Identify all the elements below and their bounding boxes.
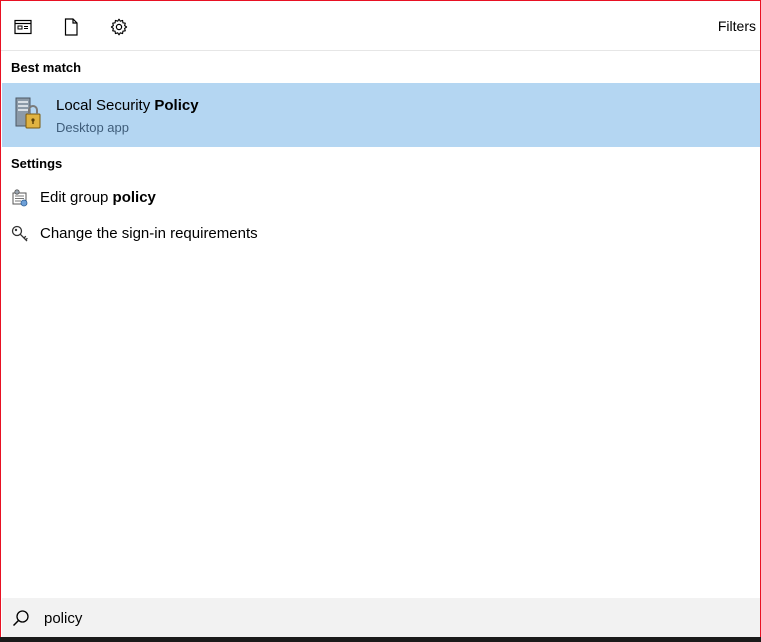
settings-icon[interactable] [109, 17, 129, 37]
documents-icon[interactable] [61, 17, 81, 37]
best-match-title: Local Security Policy [56, 97, 199, 114]
best-match-header: Best match [11, 60, 82, 75]
search-input[interactable] [42, 604, 746, 632]
search-icon [12, 609, 30, 627]
setting-label: Edit group policy [40, 189, 156, 206]
setting-label: Change the sign-in requirements [40, 225, 258, 242]
best-match-title-bold: Policy [154, 97, 199, 114]
setting-item-change-sign-in[interactable]: Change the sign-in requirements [2, 217, 760, 251]
apps-icon[interactable] [13, 17, 33, 37]
key-icon [10, 224, 30, 244]
group-policy-icon [10, 188, 30, 208]
filters-button[interactable]: Filters [718, 18, 756, 34]
best-match-title-prefix: Local Security [56, 97, 155, 114]
search-bar [2, 598, 760, 638]
setting-label-prefix: Change the sign-in requirements [40, 225, 258, 242]
search-window: Filters Best match Local Security Policy… [0, 0, 761, 642]
toolbar: Filters [1, 1, 760, 51]
setting-label-prefix: Edit group [40, 189, 113, 206]
setting-item-edit-group-policy[interactable]: Edit group policy [2, 181, 760, 215]
settings-header: Settings [11, 156, 63, 171]
setting-label-bold: policy [112, 189, 156, 206]
local-security-policy-icon [12, 96, 46, 132]
taskbar-edge [0, 637, 761, 642]
best-match-subtitle: Desktop app [56, 120, 129, 135]
best-match-item[interactable]: Local Security Policy Desktop app [2, 83, 760, 147]
